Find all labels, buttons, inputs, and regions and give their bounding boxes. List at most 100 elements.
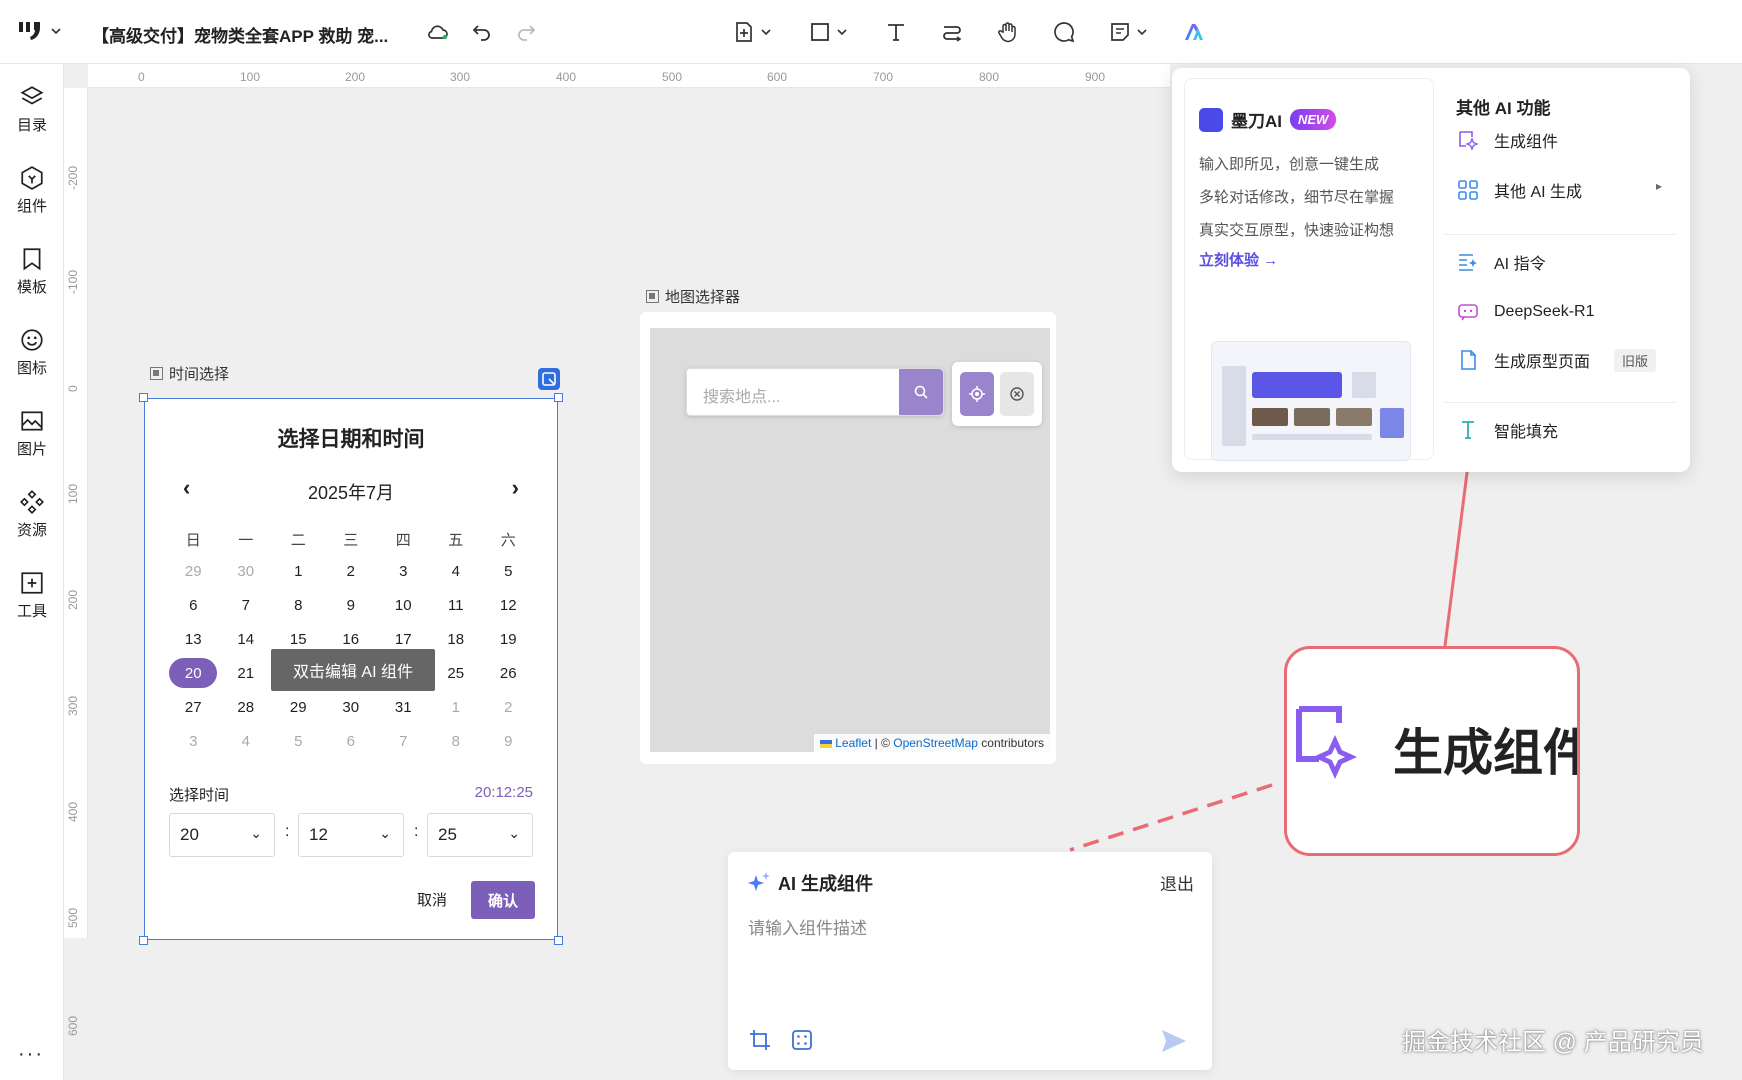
resize-handle[interactable] [554,393,563,402]
calendar-day[interactable]: 29 [272,699,325,716]
ai-deepseek[interactable]: DeepSeek-R1 [1456,300,1595,324]
calendar-day[interactable]: 2 [482,699,535,716]
chevron-down-icon[interactable] [758,18,774,46]
sidebar-item-icons[interactable]: 图标 [0,321,64,391]
calendar-day[interactable]: 2 [325,563,378,580]
calendar-day[interactable]: 28 [220,699,273,716]
rectangle-tool-icon[interactable] [806,18,834,46]
calendar-day[interactable]: 30 [220,563,273,580]
calendar-day[interactable]: 7 [377,733,430,750]
calendar-day[interactable]: 10 [377,597,430,614]
exit-button[interactable]: 退出 [1160,870,1194,895]
calendar-day[interactable]: 12 [482,597,535,614]
calendar-day[interactable]: 1 [430,699,483,716]
crop-icon[interactable] [748,1028,772,1052]
chevron-down-icon[interactable] [1134,18,1150,46]
map-search-input[interactable]: 搜索地点... [686,368,944,416]
more-options-icon[interactable]: ··· [18,1043,44,1066]
ai-edit-badge-icon[interactable] [538,368,560,390]
calendar-day[interactable]: 3 [377,563,430,580]
second-select[interactable]: 25 ⌄ [427,813,533,857]
calendar-day[interactable]: 6 [325,733,378,750]
sidebar-item-resources[interactable]: 资源 [0,483,64,553]
map-selector[interactable]: 搜索地点... Leaflet | © OpenStreetMap contri… [640,312,1056,764]
calendar-day[interactable]: 9 [482,733,535,750]
note-icon[interactable] [1106,18,1134,46]
calendar-day[interactable]: 8 [272,597,325,614]
ai-generate-page[interactable]: 生成原型页面 旧版 [1456,348,1657,372]
hand-tool-icon[interactable] [994,18,1022,46]
calendar-day[interactable]: 16 [325,631,378,648]
sidebar-item-images[interactable]: 图片 [0,402,64,472]
calendar-day[interactable]: 1 [272,563,325,580]
calendar-day[interactable]: 6 [167,597,220,614]
date-time-picker[interactable]: 选择日期和时间 ‹ 2025年7月 › 日 一 二 三 四 五 六 29 30 … [139,393,563,945]
cancel-button[interactable]: 取消 [417,889,447,910]
text-tool-icon[interactable] [882,18,910,46]
modao-ai-promo-card[interactable]: 墨刀AI NEW 输入即所见，创意一键生成 多轮对话修改，细节尽在掌握 真实交互… [1184,78,1434,461]
redo-icon[interactable] [512,18,540,46]
sidebar-item-components[interactable]: 组件 [0,159,64,229]
ai-generate-component[interactable]: 生成组件 [1456,128,1558,152]
sidebar-item-outline[interactable]: 目录 [0,78,64,148]
calendar-day[interactable]: 17 [377,631,430,648]
locate-button[interactable] [960,372,994,416]
calendar-day[interactable]: 14 [220,631,273,648]
comment-icon[interactable] [1050,18,1078,46]
send-icon[interactable] [1160,1028,1188,1054]
ai-smart-fill[interactable]: 智能填充 [1456,418,1558,442]
ai-other-generate[interactable]: 其他 AI 生成 [1456,178,1582,202]
calendar-day[interactable]: 5 [482,563,535,580]
connector-tool-icon[interactable] [938,18,966,46]
cloud-sync-icon[interactable] [424,18,452,46]
ruler-tick: 100 [66,483,80,504]
calendar-day[interactable]: 29 [167,563,220,580]
resize-handle[interactable] [139,936,148,945]
calendar-day[interactable]: 21 [220,665,273,682]
calendar-day[interactable]: 30 [325,699,378,716]
search-button[interactable] [899,369,943,415]
frame-label-map[interactable]: 地图选择器 [646,286,740,307]
calendar-day-selected[interactable]: 20 [167,658,220,688]
ai-command[interactable]: AI 指令 [1456,250,1546,274]
resize-handle[interactable] [139,393,148,402]
add-page-icon[interactable] [730,18,758,46]
map-canvas[interactable]: 搜索地点... Leaflet | © OpenStreetMap contri… [650,328,1050,752]
calendar-day[interactable]: 9 [325,597,378,614]
calendar-day[interactable]: 27 [167,699,220,716]
calendar-day[interactable]: 25 [430,665,483,682]
next-month-button[interactable]: › [512,475,519,501]
calendar-day[interactable]: 7 [220,597,273,614]
modao-ai-icon[interactable] [1180,18,1208,46]
calendar-day[interactable]: 8 [430,733,483,750]
sidebar-item-templates[interactable]: 模板 [0,240,64,310]
calendar-day[interactable]: 19 [482,631,535,648]
clear-button[interactable] [1000,372,1034,416]
weekday: 日 [185,532,201,549]
calendar-day[interactable]: 4 [220,733,273,750]
resize-handle[interactable] [554,936,563,945]
osm-link[interactable]: OpenStreetMap [893,736,978,750]
hour-select[interactable]: 20 ⌄ [169,813,275,857]
calendar-day[interactable]: 13 [167,631,220,648]
undo-icon[interactable] [468,18,496,46]
minute-select[interactable]: 12 ⌄ [298,813,404,857]
frame-label-time[interactable]: 时间选择 [150,363,229,384]
calendar-day[interactable]: 5 [272,733,325,750]
dice-icon[interactable] [790,1028,814,1052]
calendar-day[interactable]: 15 [272,631,325,648]
try-now-link[interactable]: 立刻体验 → [1199,249,1278,270]
app-logo-menu[interactable] [18,20,62,42]
calendar-day[interactable]: 4 [430,563,483,580]
calendar-day[interactable]: 11 [430,597,483,614]
sidebar-item-tools[interactable]: 工具 [0,564,64,634]
calendar-day[interactable]: 18 [430,631,483,648]
calendar-day[interactable]: 26 [482,665,535,682]
leaflet-link[interactable]: Leaflet [835,736,871,750]
component-description-input[interactable]: 请输入组件描述 [748,914,867,939]
confirm-button[interactable]: 确认 [471,881,535,919]
document-title[interactable]: 【高级交付】宠物类全套APP 救助 宠... [92,22,388,47]
calendar-day[interactable]: 3 [167,733,220,750]
calendar-day[interactable]: 31 [377,699,430,716]
chevron-down-icon[interactable] [834,18,850,46]
